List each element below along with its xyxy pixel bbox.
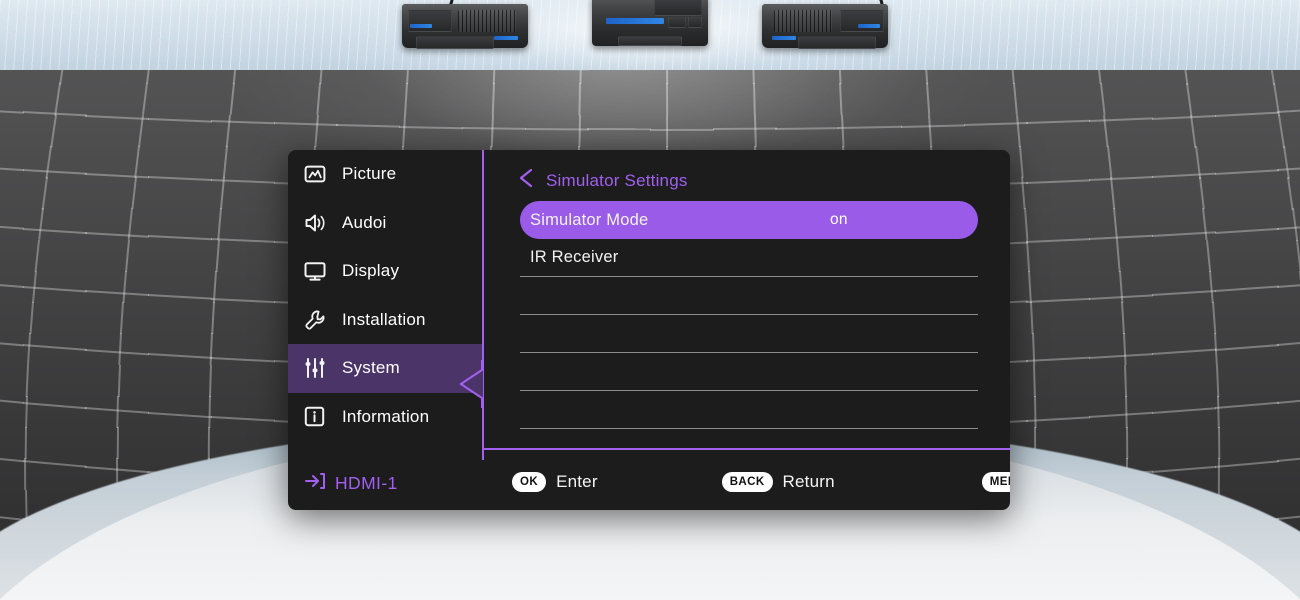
setting-row-empty: [520, 277, 978, 315]
setting-row-empty: [520, 391, 978, 429]
osd-footer: HDMI-1 OK Enter BACK Return MENUExit: [288, 460, 1010, 510]
sidebar-item-label: Display: [342, 261, 400, 281]
setting-row-label: Simulator Mode: [530, 210, 649, 229]
key-hint-label: Enter: [556, 472, 598, 491]
projector-right: [762, 0, 888, 52]
chevron-left-icon[interactable]: [518, 168, 534, 193]
content-bottom-border: [482, 448, 1010, 450]
page-title: Simulator Settings: [546, 170, 688, 190]
sliders-icon: [304, 354, 338, 382]
sidebar-item-label: System: [342, 358, 400, 378]
sidebar-item-information[interactable]: Information: [288, 393, 482, 442]
wrench-icon: [304, 306, 338, 334]
sidebar-item-picture[interactable]: Picture: [288, 150, 482, 199]
sidebar-item-audoi[interactable]: Audoi: [288, 199, 482, 248]
osd-menu: Picture Audoi Display Installation System Inf…: [288, 150, 1010, 510]
setting-row-empty: [520, 353, 978, 391]
sidebar-item-label: Installation: [342, 309, 426, 329]
input-source-indicator: HDMI-1: [304, 471, 398, 496]
key-badge: BACK: [721, 472, 773, 492]
setting-row[interactable]: Simulator Mode on: [520, 201, 978, 239]
info-icon: [304, 403, 338, 431]
picture-icon: [304, 160, 338, 188]
input-source-label: HDMI-1: [335, 473, 398, 493]
osd-content-panel: Simulator Settings Simulator Mode on IR Re…: [482, 150, 1010, 460]
setting-row-empty: [520, 315, 978, 353]
key-badge: MENU: [981, 472, 1010, 492]
sidebar-item-label: Picture: [342, 164, 397, 184]
sidebar-item-label: Audoi: [342, 212, 387, 232]
projector-left: [402, 0, 528, 52]
input-source-icon: [304, 471, 326, 496]
sidebar-item-installation[interactable]: Installation: [288, 296, 482, 345]
monitor-icon: [304, 257, 338, 285]
sidebar-item-label: Information: [342, 406, 430, 426]
key-hints: OK Enter BACK Return MENUExit: [512, 472, 1010, 492]
osd-sidebar: Picture Audoi Display Installation System Inf…: [288, 150, 482, 460]
key-badge: OK: [512, 472, 547, 492]
sidebar-item-display[interactable]: Display: [288, 247, 482, 296]
key-hint-label: Return: [782, 472, 835, 491]
audio-speaker-icon: [304, 209, 338, 237]
key-hint-exit[interactable]: MENUExit: [981, 472, 1010, 492]
key-hint-return[interactable]: BACK Return: [721, 472, 835, 492]
sidebar-item-system[interactable]: System: [288, 344, 482, 393]
setting-row[interactable]: IR Receiver: [520, 239, 978, 277]
projector-center: [592, 0, 708, 52]
setting-row-label: IR Receiver: [530, 248, 619, 266]
panel-title-bar: Simulator Settings: [518, 168, 688, 193]
key-hint-enter[interactable]: OK Enter: [512, 472, 598, 492]
settings-list: Simulator Mode on IR Receiver: [520, 201, 978, 429]
setting-row-value[interactable]: on: [830, 211, 848, 229]
